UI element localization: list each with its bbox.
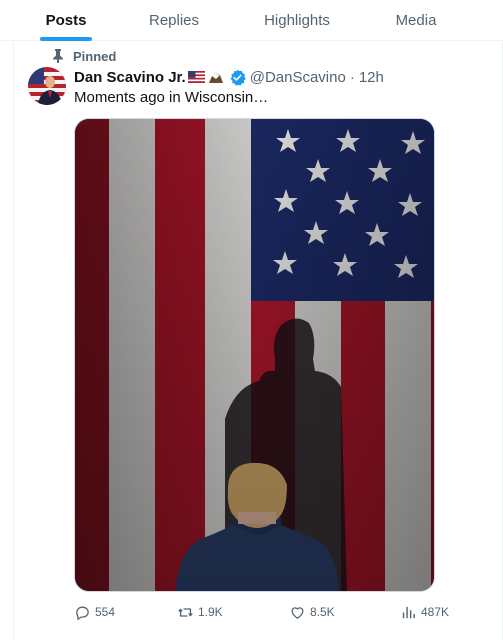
tab-media[interactable]: Media bbox=[365, 0, 467, 41]
repost-icon bbox=[178, 607, 193, 617]
tweet-text: Moments ago in Wisconsin… bbox=[74, 89, 269, 106]
photo-image bbox=[75, 119, 434, 591]
repost-count: 1.9K bbox=[198, 605, 223, 619]
us-flag-icon bbox=[187, 71, 205, 83]
display-name[interactable]: Dan Scavino Jr. bbox=[74, 69, 186, 86]
tab-replies-label: Replies bbox=[148, 12, 200, 29]
verified-badge-icon[interactable] bbox=[229, 69, 246, 86]
like-count: 8.5K bbox=[310, 605, 335, 619]
separator-dot: · bbox=[349, 68, 355, 86]
pinned-indicator: Pinned bbox=[52, 48, 116, 64]
pin-icon bbox=[53, 49, 63, 63]
tab-replies[interactable]: Replies bbox=[119, 0, 229, 41]
avatar-image bbox=[28, 67, 66, 105]
pinned-label: Pinned bbox=[73, 48, 117, 64]
user-handle[interactable]: @DanScavino bbox=[250, 69, 346, 86]
views-button[interactable]: 487K bbox=[400, 602, 449, 622]
tab-highlights-label: Highlights bbox=[264, 12, 330, 29]
profile-tab-bar: Posts Replies Highlights Media bbox=[0, 0, 503, 41]
tab-highlights[interactable]: Highlights bbox=[229, 0, 365, 41]
analytics-icon bbox=[402, 606, 415, 618]
reply-icon bbox=[76, 606, 89, 620]
active-tab-indicator bbox=[40, 37, 92, 41]
eagle-icon bbox=[208, 71, 223, 83]
tab-media-label: Media bbox=[395, 12, 437, 29]
reply-count: 554 bbox=[95, 605, 116, 619]
like-button[interactable]: 8.5K bbox=[289, 602, 335, 622]
tweet-header: Dan Scavino Jr. @DanScavino · 12h bbox=[74, 67, 384, 87]
tweet-actions: 554 1.9K 8.5K 487K bbox=[74, 602, 454, 622]
tab-posts-label: Posts bbox=[45, 12, 87, 29]
avatar[interactable] bbox=[28, 67, 66, 105]
tweet-photo[interactable] bbox=[74, 118, 435, 592]
repost-button[interactable]: 1.9K bbox=[177, 602, 223, 622]
heart-icon bbox=[291, 606, 304, 619]
tab-posts[interactable]: Posts bbox=[13, 0, 119, 41]
timestamp[interactable]: 12h bbox=[359, 69, 384, 86]
reply-button[interactable]: 554 bbox=[74, 602, 115, 622]
view-count: 487K bbox=[421, 605, 450, 619]
